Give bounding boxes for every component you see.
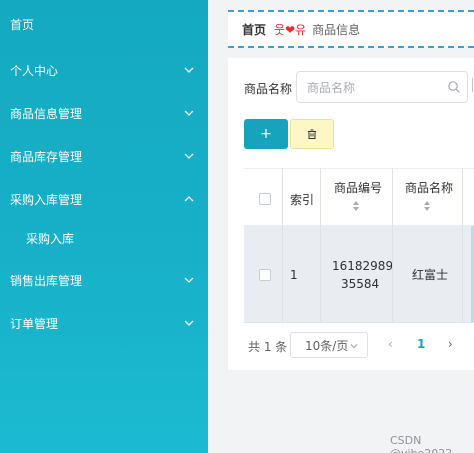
content-card: 商品名称 商品名称 + 索引 商品编号 商品名称 1 16182989 3558… bbox=[228, 58, 474, 370]
header-code[interactable]: 商品编号 bbox=[334, 179, 382, 196]
breadcrumb-home[interactable]: 首页 bbox=[242, 21, 266, 38]
chevron-down-icon bbox=[183, 317, 195, 329]
search-input[interactable]: 商品名称 bbox=[296, 71, 468, 103]
search-icon[interactable] bbox=[447, 80, 461, 94]
chevron-down-icon bbox=[183, 150, 195, 162]
sort-icon[interactable] bbox=[352, 200, 360, 212]
chevron-down-icon bbox=[183, 64, 195, 76]
page-size-value: 10条/页 bbox=[305, 338, 349, 353]
next-page-button[interactable]: › bbox=[448, 337, 453, 351]
sidebar-item-label: 采购入库管理 bbox=[10, 192, 83, 207]
column-divider bbox=[462, 168, 463, 323]
search-label: 商品名称 bbox=[244, 82, 293, 96]
sidebar-item-label: 销售出库管理 bbox=[10, 273, 83, 288]
sidebar-item-label: 采购入库 bbox=[26, 231, 75, 246]
breadcrumb-current: 商品信息 bbox=[312, 22, 361, 37]
table-row[interactable]: 1 16182989 35584 红富士 bbox=[244, 226, 474, 323]
chevron-down-icon bbox=[349, 341, 359, 351]
sidebar-item-label: 首页 bbox=[10, 17, 35, 32]
pagination: 共 1 条 10条/页 ‹ 1 › bbox=[244, 332, 474, 358]
chevron-up-icon bbox=[183, 193, 195, 205]
column-divider bbox=[282, 168, 283, 323]
sidebar-item-personal-center[interactable]: 个人中心 bbox=[0, 50, 208, 90]
table-header: 索引 商品编号 商品名称 bbox=[244, 168, 474, 226]
delete-button[interactable] bbox=[290, 119, 334, 149]
sidebar-item-stock[interactable]: 商品库存管理 bbox=[0, 136, 208, 176]
chevron-down-icon bbox=[183, 107, 195, 119]
sidebar-item-label: 商品库存管理 bbox=[10, 149, 83, 164]
sidebar-subitem-purchase-in[interactable]: 采购入库 bbox=[0, 218, 208, 258]
page-number-current[interactable]: 1 bbox=[417, 337, 425, 351]
sidebar-item-label: 个人中心 bbox=[10, 63, 59, 78]
breadcrumb: 首页 웃❤유 商品信息 bbox=[228, 10, 474, 48]
sidebar-item-orders[interactable]: 订单管理 bbox=[0, 303, 208, 343]
prev-page-button[interactable]: ‹ bbox=[388, 337, 393, 351]
sidebar-item-label: 订单管理 bbox=[10, 316, 59, 331]
cell-index: 1 bbox=[290, 268, 298, 282]
header-index: 索引 bbox=[290, 193, 315, 207]
column-divider bbox=[320, 168, 321, 323]
trash-icon bbox=[306, 128, 318, 140]
add-button-label: + bbox=[260, 126, 272, 142]
watermark-text: CSDN @yibo2022 bbox=[390, 434, 452, 453]
select-all-checkbox[interactable] bbox=[259, 193, 271, 205]
add-button[interactable]: + bbox=[244, 119, 288, 149]
product-table: 索引 商品编号 商品名称 1 16182989 35584 红富士 bbox=[244, 168, 474, 323]
sort-icon[interactable] bbox=[423, 200, 431, 212]
sidebar: 首页 个人中心 商品信息管理 商品库存管理 采购入库管理 采购入库 销售出库管理… bbox=[0, 0, 208, 453]
sidebar-item-product-info[interactable]: 商品信息管理 bbox=[0, 93, 208, 133]
cell-code-line1: 16182989 bbox=[332, 259, 394, 273]
sidebar-item-sales-out[interactable]: 销售出库管理 bbox=[0, 260, 208, 300]
column-divider bbox=[392, 168, 393, 323]
page-size-select[interactable]: 10条/页 bbox=[290, 332, 368, 358]
sidebar-item-home[interactable]: 首页 bbox=[0, 4, 208, 44]
sidebar-item-purchase[interactable]: 采购入库管理 bbox=[0, 179, 208, 219]
pagination-total: 共 1 条 bbox=[248, 340, 288, 354]
header-name[interactable]: 商品名称 bbox=[405, 179, 453, 196]
main-content: 首页 웃❤유 商品信息 商品名称 商品名称 + 索引 商品编号 商品名称 1 1… bbox=[208, 0, 474, 453]
row-checkbox[interactable] bbox=[259, 269, 271, 281]
sidebar-item-label: 商品信息管理 bbox=[10, 106, 83, 121]
breadcrumb-separator-emoji: 웃❤유 bbox=[274, 22, 307, 37]
cell-name: 红富士 bbox=[412, 268, 449, 282]
cell-code-line2: 35584 bbox=[341, 277, 380, 291]
search-placeholder: 商品名称 bbox=[307, 80, 356, 95]
chevron-down-icon bbox=[183, 274, 195, 286]
